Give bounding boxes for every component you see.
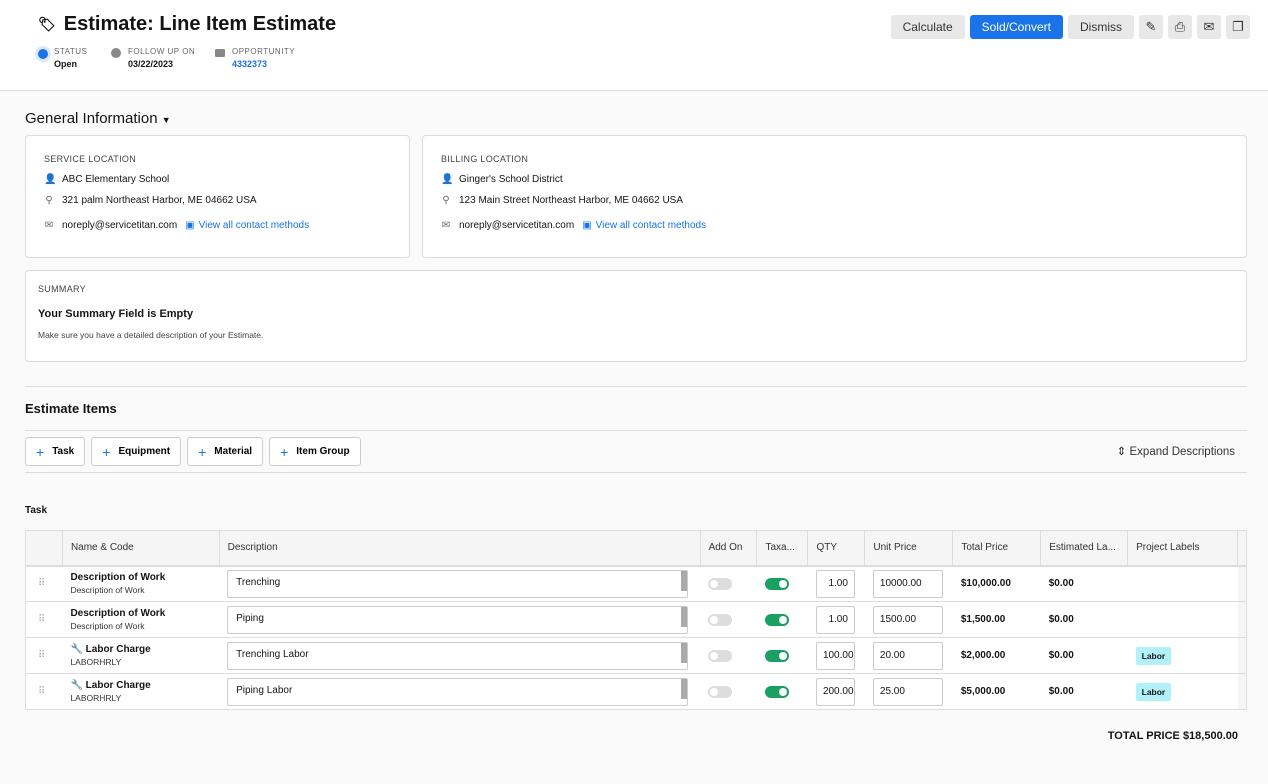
wrench-icon: 🔧: [70, 644, 83, 655]
add-on-toggle[interactable]: [708, 613, 733, 626]
divider: [25, 430, 1247, 431]
mail-icon: ✉: [441, 220, 451, 231]
mail-icon: ✉: [44, 220, 54, 231]
follow-up: FOLLOW UP ON 03/22/2023: [111, 47, 195, 69]
expand-icon: ⇕: [1116, 446, 1127, 458]
estimated-labor-cell: $0.00: [1040, 565, 1128, 602]
location-pin-icon: ⚲: [45, 195, 53, 206]
unit-price-input[interactable]: 25.00: [872, 677, 943, 706]
drag-handle-icon[interactable]: ⠿: [25, 565, 63, 602]
person-icon: 👤: [44, 174, 57, 185]
qty-input[interactable]: 1.00: [815, 605, 855, 634]
email-icon[interactable]: ✉: [1197, 15, 1221, 39]
table-row: ⠿ Description of Work Description of Work…: [25, 601, 1247, 638]
contact-card-icon: ▣: [582, 220, 592, 231]
col-add-on[interactable]: Add On: [700, 530, 758, 567]
col-estimated-labor[interactable]: Estimated La...: [1040, 530, 1129, 567]
drag-handle-icon[interactable]: ⠿: [25, 673, 63, 710]
project-label-tag: Labor: [1135, 682, 1172, 701]
col-name-code[interactable]: Name & Code: [62, 530, 220, 567]
total-price-cell: $2,000.00: [952, 637, 1041, 674]
opportunity: OPPORTUNITY 4332373: [215, 47, 295, 69]
add-material-button[interactable]: + Material: [187, 437, 264, 466]
estimated-labor-cell: $0.00: [1040, 673, 1128, 710]
person-icon: 👤: [441, 174, 454, 185]
service-location-card: SERVICE LOCATION 👤 ABC Elementary School …: [25, 135, 410, 258]
caret-down-icon: ▼: [161, 115, 171, 125]
add-on-toggle[interactable]: [708, 685, 733, 698]
description-input[interactable]: Trenching: [227, 569, 689, 598]
billing-location-card: BILLING LOCATION 👤 Ginger's School Distri…: [422, 135, 1247, 258]
sold-convert-button[interactable]: Sold/Convert: [969, 15, 1063, 39]
project-label-tag: Labor: [1135, 646, 1172, 665]
unit-price-input[interactable]: 20.00: [872, 641, 943, 670]
drag-handle-icon[interactable]: ⠿: [25, 637, 63, 674]
col-description[interactable]: Description: [219, 530, 701, 567]
check-circle-icon: [111, 48, 121, 58]
status: STATUS Open: [38, 47, 87, 69]
add-equipment-button[interactable]: + Equipment: [91, 437, 182, 466]
unit-price-input[interactable]: 10000.00: [872, 569, 943, 598]
general-information-toggle[interactable]: General Information ▼: [25, 110, 171, 127]
taxable-toggle[interactable]: [764, 613, 789, 626]
add-item-group-button[interactable]: + Item Group: [269, 437, 361, 466]
total-price-cell: $10,000.00: [952, 565, 1041, 602]
estimated-labor-cell: $0.00: [1040, 601, 1128, 638]
add-on-toggle[interactable]: [708, 577, 733, 590]
opportunity-link[interactable]: 4332373: [232, 59, 295, 69]
table-row: ⠿ 🔧 Labor Charge LABORHRLY Trenching Labo…: [25, 637, 1247, 674]
folder-icon: [215, 49, 225, 57]
description-input[interactable]: Trenching Labor: [227, 641, 689, 670]
status-dot-icon: [38, 49, 48, 59]
table-row: ⠿ Description of Work Description of Work…: [25, 565, 1247, 602]
expand-descriptions-button[interactable]: ⇕ Expand Descriptions: [1117, 444, 1235, 458]
col-total-price[interactable]: Total Price: [952, 530, 1042, 567]
contact-card-icon: ▣: [185, 220, 195, 231]
estimate-items-table: Name & Code Description Add On Taxa... Q…: [25, 530, 1247, 710]
col-taxable[interactable]: Taxa...: [756, 530, 809, 567]
location-pin-icon: ⚲: [442, 195, 450, 206]
page-title: 🏷 Estimate: Line Item Estimate: [38, 13, 337, 35]
drag-handle-icon[interactable]: ⠿: [25, 601, 63, 638]
qty-input[interactable]: 1.00: [815, 569, 855, 598]
dismiss-button[interactable]: Dismiss: [1068, 15, 1134, 39]
description-input[interactable]: Piping Labor: [227, 677, 689, 706]
edit-icon[interactable]: ✎: [1139, 15, 1163, 39]
taxable-toggle[interactable]: [764, 577, 789, 590]
wrench-icon: 🔧: [70, 680, 83, 691]
task-section-title: Task: [25, 505, 48, 516]
page-header: 🏷 Estimate: Line Item Estimate STATUS Open…: [0, 0, 1268, 91]
tag-icon: 🏷: [38, 16, 56, 32]
estimate-items-title: Estimate Items: [25, 401, 117, 416]
total-price-cell: $1,500.00: [952, 601, 1041, 638]
qty-input[interactable]: 100.00: [815, 641, 855, 670]
calculate-button[interactable]: Calculate: [890, 15, 965, 39]
copy-icon[interactable]: ❐: [1226, 15, 1250, 39]
table-row: ⠿ 🔧 Labor Charge LABORHRLY Piping Labor 2…: [25, 673, 1247, 710]
divider: [25, 472, 1247, 473]
print-icon[interactable]: ⎙: [1168, 15, 1192, 39]
divider: [25, 386, 1247, 387]
view-contact-methods-link[interactable]: View all contact methods: [596, 220, 706, 231]
unit-price-input[interactable]: 1500.00: [872, 605, 943, 634]
taxable-toggle[interactable]: [764, 685, 789, 698]
view-contact-methods-link[interactable]: View all contact methods: [199, 220, 309, 231]
estimated-labor-cell: $0.00: [1040, 637, 1128, 674]
col-unit-price[interactable]: Unit Price: [864, 530, 954, 567]
col-qty[interactable]: QTY: [807, 530, 866, 567]
taxable-toggle[interactable]: [764, 649, 789, 662]
total-price-cell: $5,000.00: [952, 673, 1041, 710]
add-on-toggle[interactable]: [708, 649, 733, 662]
col-project-labels[interactable]: Project Labels: [1127, 530, 1238, 567]
description-input[interactable]: Piping: [227, 605, 689, 634]
total-price: TOTAL PRICE $18,500.00: [1107, 730, 1238, 742]
summary-card: SUMMARY Your Summary Field is Empty Make…: [25, 270, 1247, 362]
add-task-button[interactable]: + Task: [25, 437, 86, 466]
qty-input[interactable]: 200.00: [815, 677, 855, 706]
